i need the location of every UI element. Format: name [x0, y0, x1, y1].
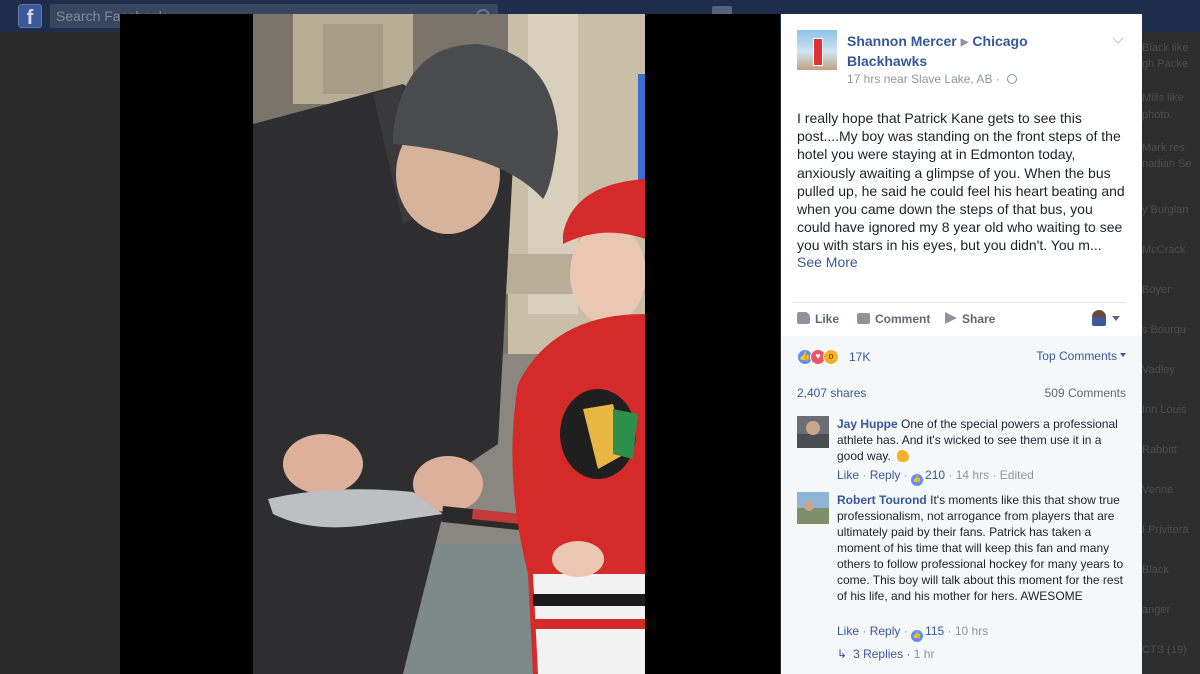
side-chat-item: Mills like: [1142, 92, 1184, 104]
chevron-down-icon[interactable]: [1112, 32, 1124, 44]
reply-arrow-icon: ↳: [837, 647, 848, 661]
side-chat-item: Venne: [1142, 484, 1174, 496]
share-label: Share: [962, 312, 996, 326]
comment-like-button[interactable]: Like: [837, 468, 859, 482]
view-replies-link[interactable]: ↳ 3 Replies · 1 hr: [837, 647, 934, 661]
commenter-avatar[interactable]: [797, 492, 829, 524]
author-avatar[interactable]: [797, 30, 837, 70]
like-button[interactable]: Like: [797, 310, 839, 328]
meta-separator: ·: [995, 72, 1000, 86]
side-chat-item: Mark res: [1142, 142, 1185, 154]
side-chat-item: s Bourqu: [1142, 324, 1187, 336]
wow-reaction-icon: o: [823, 349, 839, 365]
shares-count[interactable]: 2,407 shares: [797, 386, 866, 400]
side-chat-item: McCrack: [1142, 244, 1186, 256]
caret-down-icon[interactable]: [1112, 316, 1120, 321]
side-chat-item: photo.: [1142, 109, 1173, 121]
comments-count[interactable]: 509 Comments: [1045, 386, 1126, 400]
side-chat-item: Black: [1142, 564, 1169, 576]
top-comments-dropdown[interactable]: Top Comments: [1036, 349, 1126, 363]
side-chat-item: anger: [1142, 604, 1171, 616]
post-time[interactable]: 17 hrs: [847, 72, 880, 86]
side-chat-item: Boyer: [1142, 284, 1171, 296]
photo-illustration: [253, 14, 645, 674]
post-panel: Shannon Mercer ▶ Chicago Blackhawks 17 hrs…: [781, 14, 1142, 674]
reaction-count[interactable]: 17K: [849, 350, 870, 364]
see-more-link[interactable]: See More: [797, 254, 858, 270]
comment-label: Comment: [875, 312, 931, 326]
comment-button[interactable]: Comment: [857, 310, 930, 328]
share-icon: [945, 312, 957, 324]
side-chat-item: Inn Louis: [1142, 404, 1187, 416]
side-chat-item: CTS (19): [1142, 644, 1187, 656]
thumbs-up-icon: [797, 312, 810, 324]
comment-meta: Like · Reply · 👍 115 · 10 hrs: [837, 624, 988, 642]
post-body: I really hope that Patrick Kane gets to …: [797, 110, 1125, 254]
replies-label: 3 Replies: [853, 647, 904, 661]
side-chat-item: Black like: [1142, 42, 1189, 54]
post-photo[interactable]: [253, 14, 645, 674]
side-chat-list: Black like gh Packe Mills like photo. Ma…: [1142, 32, 1200, 674]
viewer-avatar[interactable]: [1092, 310, 1106, 326]
facebook-logo-icon[interactable]: f: [18, 4, 42, 28]
caret-down-icon: [1120, 353, 1126, 357]
globe-icon: [1007, 74, 1018, 84]
comment-edited[interactable]: Edited: [1000, 468, 1034, 482]
divider: [793, 302, 1126, 303]
side-chat-item: gh Packe: [1142, 58, 1188, 70]
comment-time[interactable]: 14 hrs: [956, 468, 989, 482]
commenter-name[interactable]: Robert Tourond: [837, 493, 927, 507]
commenter-name[interactable]: Jay Huppe: [837, 417, 898, 431]
side-chat-item: nadian Se: [1142, 158, 1192, 170]
replies-time: 1 hr: [913, 647, 935, 661]
side-chat-item: Rabbitt: [1142, 444, 1177, 456]
comment-body: Robert Tourond It's moments like this th…: [837, 492, 1127, 604]
side-chat-item: Vadley: [1142, 364, 1175, 376]
photo-viewer[interactable]: [120, 14, 780, 674]
top-comments-label: Top Comments: [1036, 349, 1117, 363]
comment-like-count[interactable]: 115: [925, 624, 944, 638]
side-chat-item: I Privitera: [1142, 524, 1189, 536]
comment-meta: Like · Reply · 👍 210 · 14 hrs · Edited: [837, 468, 1034, 486]
comment-like-count[interactable]: 210: [925, 468, 945, 482]
author-name[interactable]: Shannon Mercer: [847, 33, 957, 49]
triangle-right-icon: ▶: [960, 37, 969, 48]
side-chat-item: y Burglan: [1142, 204, 1189, 216]
comment-like-button[interactable]: Like: [837, 624, 859, 638]
post-header: Shannon Mercer ▶ Chicago Blackhawks: [847, 32, 1107, 71]
post-location[interactable]: near Slave Lake, AB: [884, 72, 993, 86]
share-button[interactable]: Share: [945, 310, 995, 328]
like-count-icon: 👍: [911, 630, 924, 642]
post-meta: 17 hrs near Slave Lake, AB ·: [847, 72, 1018, 86]
comment-icon: [857, 313, 870, 324]
clap-emoji-icon: [897, 450, 910, 462]
comment-text: It's moments like this that show true pr…: [837, 493, 1124, 603]
like-label: Like: [815, 312, 840, 326]
comment-reply-button[interactable]: Reply: [870, 624, 901, 638]
like-count-icon: 👍: [911, 474, 924, 486]
commenter-avatar[interactable]: [797, 416, 829, 448]
comment-reply-button[interactable]: Reply: [870, 468, 901, 482]
comment-time[interactable]: 10 hrs: [955, 624, 988, 638]
comment-body: Jay Huppe One of the special powers a pr…: [837, 416, 1127, 464]
